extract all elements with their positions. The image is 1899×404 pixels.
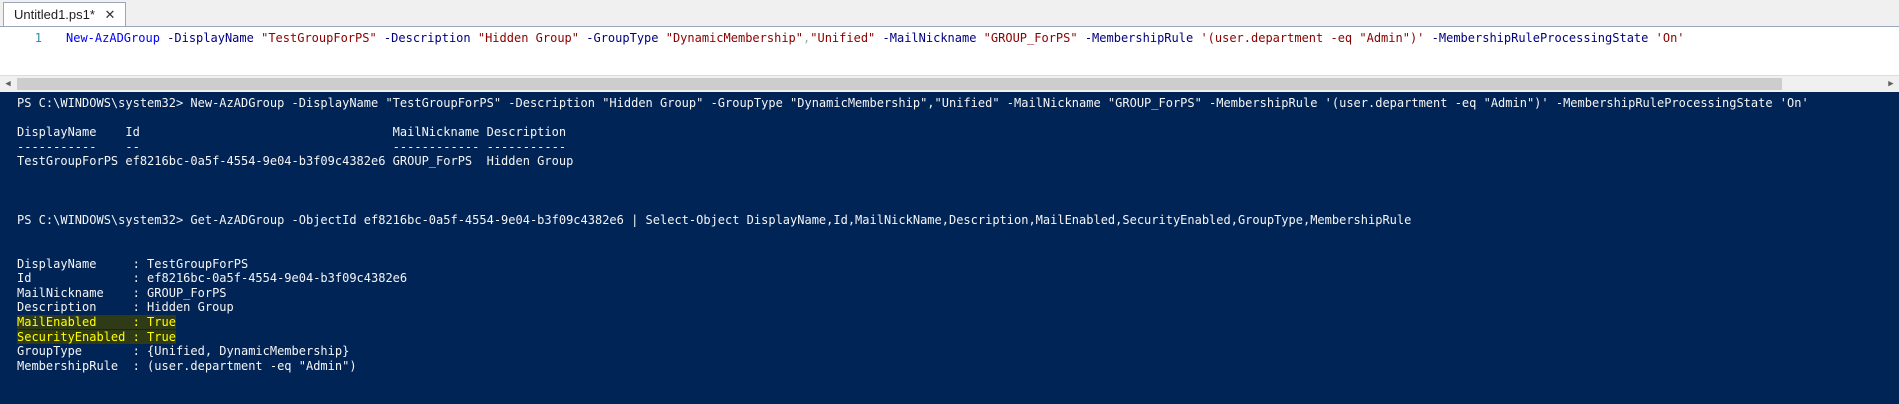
tab-untitled1[interactable]: Untitled1.ps1* ✕	[3, 2, 126, 26]
token-cmdlet: New-AzADGroup	[66, 31, 160, 45]
console-line: TestGroupForPS ef8216bc-0a5f-4554-9e04-b…	[17, 154, 574, 169]
console-line-mailenabled: MailEnabled : True	[17, 314, 1899, 330]
console-line: Id : ef8216bc-0a5f-4554-9e04-b3f09c4382e…	[17, 271, 408, 286]
console-pane[interactable]: PS C:\WINDOWS\system32> New-AzADGroup -D…	[0, 92, 1899, 404]
token-value-grouptype-a: "DynamicMembership"	[665, 31, 804, 45]
console-line: PS C:\WINDOWS\system32> Get-AzADGroup -O…	[17, 212, 1412, 227]
highlighted-mailenabled: MailEnabled : True	[17, 314, 176, 329]
console-line: DisplayName : TestGroupForPS	[17, 256, 249, 271]
console-line: MailNickname : GROUP_ForPS	[17, 285, 227, 300]
editor-horizontal-scrollbar[interactable]: ◀ ▶	[0, 75, 1899, 92]
token-param-mailnickname: -MailNickname	[882, 31, 977, 45]
console-line: PS C:\WINDOWS\system32> New-AzADGroup -D…	[17, 96, 1809, 110]
code-line-1[interactable]: New-AzADGroup -DisplayName "TestGroupFor…	[66, 29, 1879, 47]
powershell-ise-window: Untitled1.ps1* ✕ 1 New-AzADGroup -Displa…	[0, 0, 1899, 404]
token-param-membershiprule: -MembershipRule	[1084, 31, 1194, 45]
console-line: Description : Hidden Group	[17, 300, 234, 315]
console-line: DisplayName Id MailNickname Description	[17, 125, 567, 140]
token-param-grouptype: -GroupType	[586, 31, 659, 45]
token-value-description: "Hidden Group"	[477, 31, 580, 45]
token-param-displayname: -DisplayName	[167, 31, 254, 45]
token-param-processingstate: -MembershipRuleProcessingState	[1431, 31, 1649, 45]
script-tab-bar: Untitled1.ps1* ✕	[0, 0, 1899, 27]
close-icon[interactable]: ✕	[103, 7, 117, 22]
line-number: 1	[34, 31, 42, 45]
script-editor[interactable]: 1 New-AzADGroup -DisplayName "TestGroupF…	[0, 27, 1899, 75]
token-value-processingstate: 'On'	[1655, 31, 1685, 45]
console-line-securityenabled: SecurityEnabled : True	[17, 329, 1899, 345]
console-line: ----------- -- ------------ -----------	[17, 139, 567, 154]
token-value-membershiprule: '(user.department -eq "Admin")'	[1200, 31, 1425, 45]
line-number-gutter: 1	[0, 27, 46, 75]
console-line: GroupType : {Unified, DynamicMembership}	[17, 344, 350, 359]
tab-title: Untitled1.ps1*	[14, 7, 95, 22]
console-output: PS C:\WINDOWS\system32> New-AzADGroup -D…	[17, 96, 1899, 373]
token-value-displayname: "TestGroupForPS"	[261, 31, 377, 45]
token-value-mailnickname: "GROUP_ForPS"	[983, 31, 1078, 45]
token-param-description: -Description	[383, 31, 471, 45]
token-value-grouptype-b: "Unified"	[810, 31, 876, 45]
highlighted-securityenabled: SecurityEnabled : True	[17, 329, 176, 344]
chevron-left-icon[interactable]: ◀	[0, 76, 16, 92]
chevron-right-icon[interactable]: ▶	[1883, 76, 1899, 92]
scrollbar-thumb[interactable]	[17, 78, 1782, 90]
console-line: MembershipRule : (user.department -eq "A…	[17, 358, 357, 373]
